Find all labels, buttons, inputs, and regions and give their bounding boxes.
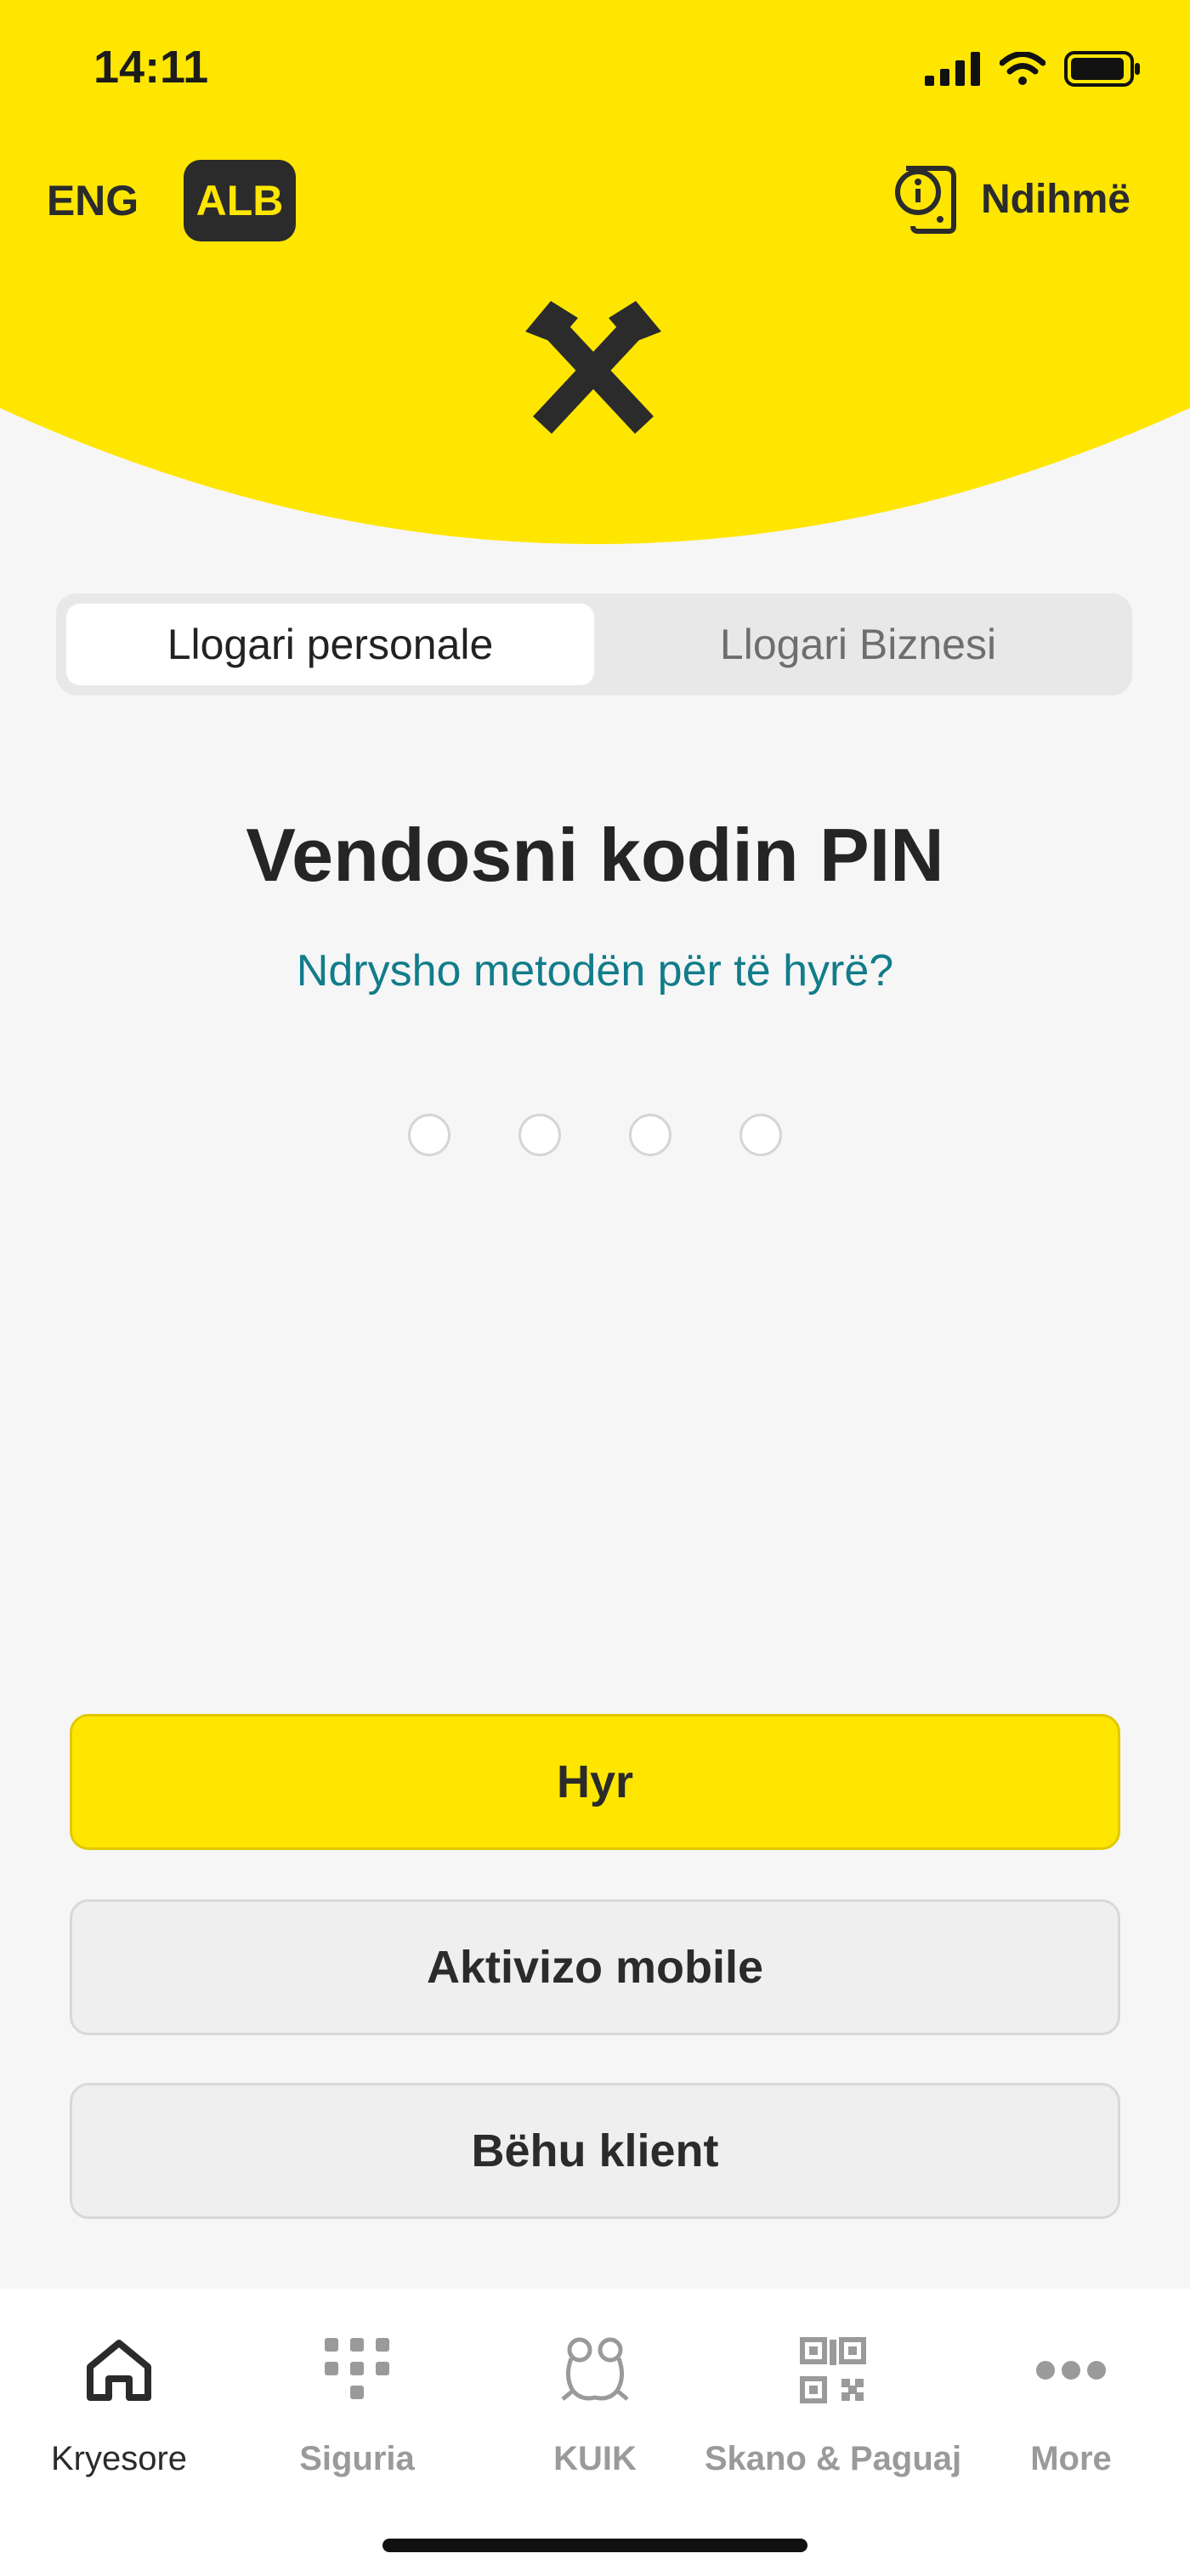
tab-label: Kryesore: [50, 2440, 188, 2477]
home-indicator: [382, 2539, 808, 2552]
pin-dot: [629, 1114, 672, 1156]
tab-label: KUIK: [553, 2440, 637, 2477]
tab-label: Skano & Paguaj: [704, 2440, 962, 2477]
pin-dot: [408, 1114, 450, 1156]
help-label: Ndihmë: [980, 176, 1130, 222]
battery-icon: [1064, 51, 1140, 87]
tab-more[interactable]: More: [952, 2329, 1190, 2478]
activate-mobile-button[interactable]: Aktivizo mobile: [70, 1899, 1120, 2035]
login-button[interactable]: Hyr: [70, 1714, 1120, 1850]
keypad-icon: [325, 2338, 389, 2399]
qr-code-icon: [800, 2337, 866, 2403]
home-icon: [87, 2340, 151, 2401]
help-info-icon: [894, 166, 956, 234]
tab-business-account[interactable]: Llogari Biznesi: [594, 604, 1122, 685]
more-icon: [1036, 2361, 1106, 2380]
tab-home[interactable]: Kryesore: [0, 2329, 238, 2478]
tab-scan-and-pay[interactable]: Skano & Paguaj: [705, 2329, 961, 2478]
wifi-icon: [1000, 52, 1046, 85]
pin-input-dots[interactable]: [0, 1114, 1190, 1156]
tab-label: Siguria: [299, 2440, 415, 2477]
change-login-method-link[interactable]: Ndrysho metodën për të hyrë?: [0, 945, 1190, 996]
tab-security[interactable]: Siguria: [238, 2329, 476, 2478]
help-button[interactable]: Ndihmë: [892, 158, 1130, 240]
tab-kuik[interactable]: KUIK: [476, 2329, 714, 2478]
signal-icon: [925, 52, 980, 86]
pin-dot: [518, 1114, 561, 1156]
tab-personal-account[interactable]: Llogari personale: [66, 604, 594, 685]
frog-icon: [561, 2337, 629, 2401]
tab-label: More: [1030, 2440, 1112, 2477]
bank-logo: [525, 301, 661, 434]
account-type-switch: Llogari personale Llogari Biznesi: [56, 593, 1132, 695]
become-client-button[interactable]: Bëhu klient: [70, 2083, 1120, 2219]
page-title: Vendosni kodin PIN: [246, 813, 944, 897]
lang-eng-button[interactable]: ENG: [37, 160, 148, 241]
status-time: 14:11: [94, 42, 209, 93]
status-icons: [925, 51, 1141, 87]
pin-dot: [740, 1114, 782, 1156]
lang-alb-button[interactable]: ALB: [184, 160, 296, 241]
